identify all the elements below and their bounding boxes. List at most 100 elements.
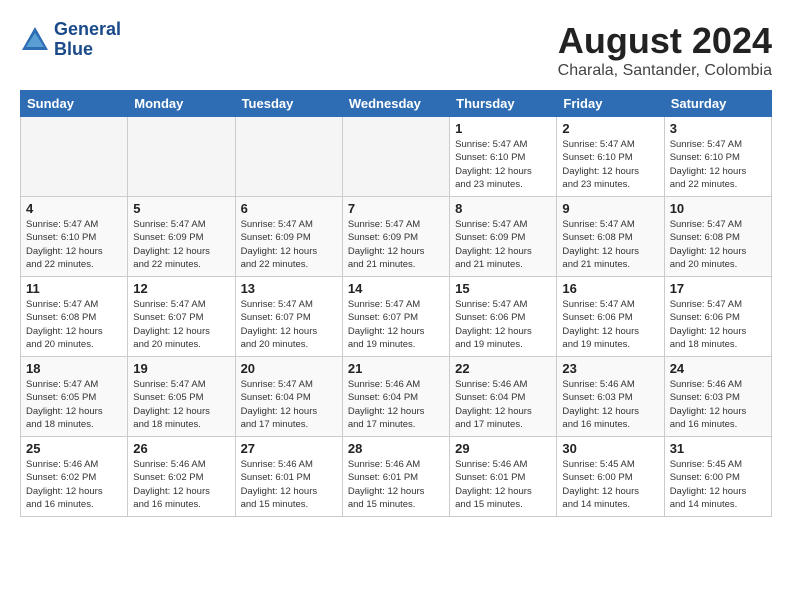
day-info: Sunrise: 5:46 AM Sunset: 6:02 PM Dayligh… [133,458,229,511]
calendar-cell: 7Sunrise: 5:47 AM Sunset: 6:09 PM Daylig… [342,197,449,277]
calendar-cell: 19Sunrise: 5:47 AM Sunset: 6:05 PM Dayli… [128,357,235,437]
calendar-cell: 31 Sunrise: 5:45 AM Sunset: 6:00 PM Dayli… [664,437,771,517]
calendar-cell: 30 Sunrise: 5:45 AM Sunset: 6:00 PM Dayli… [557,437,664,517]
day-number: 5 [133,201,229,216]
day-number: 23 [562,361,658,376]
logo: General Blue [20,20,121,60]
calendar-cell: 8 Sunrise: 5:47 AM Sunset: 6:09 PM Daylig… [450,197,557,277]
day-info: Sunrise: 5:47 AM Sunset: 6:08 PM Dayligh… [670,218,766,271]
day-header-wednesday: Wednesday [342,91,449,117]
calendar-cell: 15 Sunrise: 5:47 AM Sunset: 6:06 PM Dayli… [450,277,557,357]
day-header-saturday: Saturday [664,91,771,117]
calendar-cell: 14Sunrise: 5:47 AM Sunset: 6:07 PM Dayli… [342,277,449,357]
day-number: 17 [670,281,766,296]
day-number: 15 [455,281,551,296]
day-number: 30 [562,441,658,456]
day-number: 16 [562,281,658,296]
day-number: 29 [455,441,551,456]
day-info: Sunrise: 5:47 AM Sunset: 6:09 PM Dayligh… [241,218,337,271]
day-info: Sunrise: 5:47 AM Sunset: 6:04 PM Dayligh… [241,378,337,431]
calendar-cell: 3 Sunrise: 5:47 AM Sunset: 6:10 PM Daylig… [664,117,771,197]
calendar-cell [235,117,342,197]
day-number: 7 [348,201,444,216]
day-info: Sunrise: 5:46 AM Sunset: 6:02 PM Dayligh… [26,458,122,511]
calendar-cell: 24Sunrise: 5:46 AM Sunset: 6:03 PM Dayli… [664,357,771,437]
day-info: Sunrise: 5:45 AM Sunset: 6:00 PM Dayligh… [670,458,766,511]
week-row-3: 11Sunrise: 5:47 AM Sunset: 6:08 PM Dayli… [21,277,772,357]
day-number: 8 [455,201,551,216]
day-number: 13 [241,281,337,296]
day-info: Sunrise: 5:46 AM Sunset: 6:04 PM Dayligh… [455,378,551,431]
day-info: Sunrise: 5:47 AM Sunset: 6:10 PM Dayligh… [455,138,551,191]
calendar-cell: 29 Sunrise: 5:46 AM Sunset: 6:01 PM Dayli… [450,437,557,517]
calendar-cell: 22 Sunrise: 5:46 AM Sunset: 6:04 PM Dayli… [450,357,557,437]
calendar-cell: 20 Sunrise: 5:47 AM Sunset: 6:04 PM Dayli… [235,357,342,437]
day-info: Sunrise: 5:46 AM Sunset: 6:03 PM Dayligh… [670,378,766,431]
calendar-cell [128,117,235,197]
calendar-cell: 18 Sunrise: 5:47 AM Sunset: 6:05 PM Dayli… [21,357,128,437]
day-info: Sunrise: 5:47 AM Sunset: 6:09 PM Dayligh… [455,218,551,271]
day-info: Sunrise: 5:47 AM Sunset: 6:10 PM Dayligh… [26,218,122,271]
calendar-cell: 16Sunrise: 5:47 AM Sunset: 6:06 PM Dayli… [557,277,664,357]
day-info: Sunrise: 5:47 AM Sunset: 6:07 PM Dayligh… [241,298,337,351]
day-number: 3 [670,121,766,136]
calendar-cell: 23 Sunrise: 5:46 AM Sunset: 6:03 PM Dayli… [557,357,664,437]
week-row-2: 4 Sunrise: 5:47 AM Sunset: 6:10 PM Daylig… [21,197,772,277]
day-number: 22 [455,361,551,376]
day-info: Sunrise: 5:47 AM Sunset: 6:08 PM Dayligh… [26,298,122,351]
calendar-cell: 26 Sunrise: 5:46 AM Sunset: 6:02 PM Dayli… [128,437,235,517]
calendar-cell: 25 Sunrise: 5:46 AM Sunset: 6:02 PM Dayli… [21,437,128,517]
day-info: Sunrise: 5:47 AM Sunset: 6:10 PM Dayligh… [670,138,766,191]
calendar-cell: 12Sunrise: 5:47 AM Sunset: 6:07 PM Dayli… [128,277,235,357]
day-info: Sunrise: 5:47 AM Sunset: 6:09 PM Dayligh… [133,218,229,271]
calendar-cell: 9 Sunrise: 5:47 AM Sunset: 6:08 PM Daylig… [557,197,664,277]
day-number: 26 [133,441,229,456]
day-number: 9 [562,201,658,216]
calendar-cell [21,117,128,197]
calendar-cell: 1 Sunrise: 5:47 AM Sunset: 6:10 PM Daylig… [450,117,557,197]
calendar-table: SundayMondayTuesdayWednesdayThursdayFrid… [20,90,772,517]
day-info: Sunrise: 5:47 AM Sunset: 6:05 PM Dayligh… [26,378,122,431]
day-number: 19 [133,361,229,376]
day-header-friday: Friday [557,91,664,117]
week-row-4: 18 Sunrise: 5:47 AM Sunset: 6:05 PM Dayli… [21,357,772,437]
day-info: Sunrise: 5:46 AM Sunset: 6:01 PM Dayligh… [241,458,337,511]
day-number: 31 [670,441,766,456]
day-info: Sunrise: 5:47 AM Sunset: 6:07 PM Dayligh… [133,298,229,351]
month-year: August 2024 [558,20,772,62]
calendar-cell: 6Sunrise: 5:47 AM Sunset: 6:09 PM Daylig… [235,197,342,277]
day-header-thursday: Thursday [450,91,557,117]
day-number: 18 [26,361,122,376]
day-info: Sunrise: 5:45 AM Sunset: 6:00 PM Dayligh… [562,458,658,511]
calendar-cell: 5 Sunrise: 5:47 AM Sunset: 6:09 PM Daylig… [128,197,235,277]
calendar-cell: 27Sunrise: 5:46 AM Sunset: 6:01 PM Dayli… [235,437,342,517]
day-number: 20 [241,361,337,376]
calendar-cell: 4 Sunrise: 5:47 AM Sunset: 6:10 PM Daylig… [21,197,128,277]
day-info: Sunrise: 5:46 AM Sunset: 6:04 PM Dayligh… [348,378,444,431]
day-info: Sunrise: 5:47 AM Sunset: 6:08 PM Dayligh… [562,218,658,271]
day-number: 4 [26,201,122,216]
calendar-cell: 21Sunrise: 5:46 AM Sunset: 6:04 PM Dayli… [342,357,449,437]
day-info: Sunrise: 5:46 AM Sunset: 6:03 PM Dayligh… [562,378,658,431]
day-info: Sunrise: 5:47 AM Sunset: 6:10 PM Dayligh… [562,138,658,191]
day-header-monday: Monday [128,91,235,117]
day-info: Sunrise: 5:47 AM Sunset: 6:06 PM Dayligh… [455,298,551,351]
title-block: August 2024 Charala, Santander, Colombia [558,20,772,80]
day-info: Sunrise: 5:46 AM Sunset: 6:01 PM Dayligh… [455,458,551,511]
day-number: 2 [562,121,658,136]
header-row: SundayMondayTuesdayWednesdayThursdayFrid… [21,91,772,117]
logo-icon [20,25,50,55]
page-header: General Blue August 2024 Charala, Santan… [20,20,772,80]
day-number: 25 [26,441,122,456]
day-info: Sunrise: 5:47 AM Sunset: 6:07 PM Dayligh… [348,298,444,351]
calendar-cell: 17 Sunrise: 5:47 AM Sunset: 6:06 PM Dayli… [664,277,771,357]
day-number: 28 [348,441,444,456]
day-number: 1 [455,121,551,136]
calendar-cell: 11Sunrise: 5:47 AM Sunset: 6:08 PM Dayli… [21,277,128,357]
day-header-sunday: Sunday [21,91,128,117]
week-row-1: 1 Sunrise: 5:47 AM Sunset: 6:10 PM Daylig… [21,117,772,197]
calendar-cell: 28Sunrise: 5:46 AM Sunset: 6:01 PM Dayli… [342,437,449,517]
week-row-5: 25 Sunrise: 5:46 AM Sunset: 6:02 PM Dayli… [21,437,772,517]
day-header-tuesday: Tuesday [235,91,342,117]
day-info: Sunrise: 5:47 AM Sunset: 6:06 PM Dayligh… [670,298,766,351]
